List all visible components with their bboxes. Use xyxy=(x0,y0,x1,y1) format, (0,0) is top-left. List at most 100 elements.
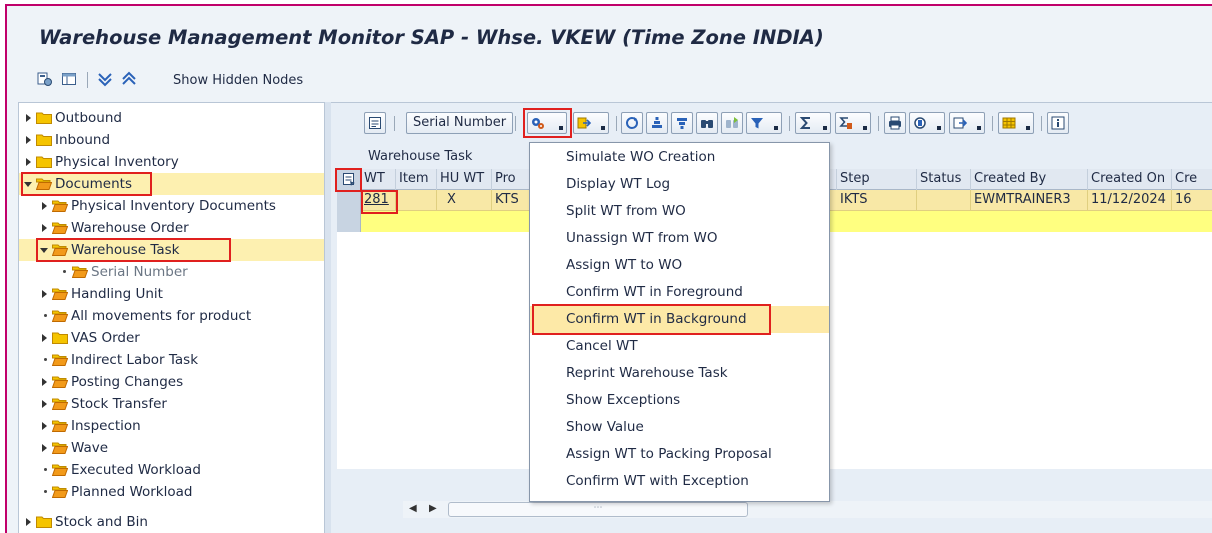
tree-label: Executed Workload xyxy=(71,462,201,478)
expand-icon[interactable] xyxy=(26,518,31,526)
open-folder-icon xyxy=(52,398,68,410)
expand-icon[interactable] xyxy=(26,114,31,122)
refresh-button[interactable] xyxy=(621,112,643,134)
tree-node-inspection[interactable]: Inspection xyxy=(19,415,324,437)
menu-item-confirm-wt-with-exception[interactable]: Confirm WT with Exception xyxy=(530,468,829,495)
application-toolbar: Show Hidden Nodes xyxy=(7,64,1212,96)
expand-icon[interactable] xyxy=(42,400,47,408)
filter-icon xyxy=(751,118,763,129)
menu-item-unassign-wt-from-wo[interactable]: Unassign WT from WO xyxy=(530,225,829,252)
scroll-right-icon[interactable]: ▶ xyxy=(429,503,437,514)
folder-icon xyxy=(52,332,68,344)
tree-node-physical-inventory[interactable]: Physical Inventory xyxy=(19,151,324,173)
layout-button[interactable] xyxy=(998,112,1034,134)
scroll-left-icon[interactable]: ◀ xyxy=(409,503,417,514)
process-button[interactable] xyxy=(573,112,609,134)
subtotal-button[interactable] xyxy=(835,112,871,134)
sort-ascending-button[interactable] xyxy=(646,112,668,134)
menu-item-assign-wt-to-wo[interactable]: Assign WT to WO xyxy=(530,252,829,279)
tree-node-physical-inventory-documents[interactable]: Physical Inventory Documents xyxy=(19,195,324,217)
tree-label: Indirect Labor Task xyxy=(71,352,199,368)
tree-node-wave[interactable]: Wave xyxy=(19,437,324,459)
column-header-item[interactable]: Item xyxy=(396,169,437,190)
tree-node-stock-transfer[interactable]: Stock Transfer xyxy=(19,393,324,415)
tree-node-all-movements[interactable]: All movements for product xyxy=(19,305,324,327)
menu-item-cancel-wt[interactable]: Cancel WT xyxy=(530,333,829,360)
tree-node-handling-unit[interactable]: Handling Unit xyxy=(19,283,324,305)
tree-settings-icon[interactable] xyxy=(37,71,53,87)
leaf-dot-icon xyxy=(44,314,47,317)
open-folder-icon xyxy=(52,420,68,432)
expand-icon[interactable] xyxy=(42,290,47,298)
expand-icon[interactable] xyxy=(42,422,47,430)
folder-icon xyxy=(36,156,52,168)
total-button[interactable] xyxy=(795,112,831,134)
column-header-step[interactable]: Step xyxy=(837,169,917,190)
find-next-button[interactable] xyxy=(721,112,743,134)
show-hidden-nodes-button[interactable]: Show Hidden Nodes xyxy=(173,73,303,88)
leaf-dot-icon xyxy=(63,270,66,273)
layout-icon[interactable] xyxy=(61,71,77,87)
column-header-hu-wt[interactable]: HU WT xyxy=(437,169,492,190)
info-button[interactable] xyxy=(1047,112,1069,134)
collapse-all-icon[interactable] xyxy=(121,71,137,87)
row-selector[interactable] xyxy=(337,211,361,232)
toolbar-separator xyxy=(992,116,993,131)
column-header-created-at[interactable]: Cre xyxy=(1172,169,1212,190)
menu-item-assign-wt-to-packing-proposal[interactable]: Assign WT to Packing Proposal xyxy=(530,441,829,468)
serial-number-button[interactable]: Serial Number xyxy=(406,112,514,134)
tree-node-stock-and-bin[interactable]: Stock and Bin xyxy=(19,511,324,533)
column-header-wt[interactable]: WT xyxy=(361,169,396,190)
expand-icon[interactable] xyxy=(42,334,47,342)
column-header-status[interactable]: Status xyxy=(917,169,971,190)
tree-node-warehouse-order[interactable]: Warehouse Order xyxy=(19,217,324,239)
expand-icon[interactable] xyxy=(42,202,47,210)
leaf-dot-icon xyxy=(44,358,47,361)
tree-label: Serial Number xyxy=(91,264,188,280)
tree-node-posting-changes[interactable]: Posting Changes xyxy=(19,371,324,393)
menu-item-confirm-wt-in-foreground[interactable]: Confirm WT in Foreground xyxy=(530,279,829,306)
expand-icon[interactable] xyxy=(42,444,47,452)
open-folder-icon xyxy=(52,288,68,300)
grid-title: Warehouse Task xyxy=(368,149,473,164)
tree-node-serial-number[interactable]: Serial Number xyxy=(19,261,324,283)
find-button[interactable] xyxy=(696,112,718,134)
sort-descending-button[interactable] xyxy=(671,112,693,134)
row-selector[interactable] xyxy=(337,190,361,211)
tree-node-inbound[interactable]: Inbound xyxy=(19,129,324,151)
horizontal-scrollbar[interactable]: ◀ ▶ ⋯ xyxy=(403,501,1212,518)
print-button[interactable] xyxy=(884,112,906,134)
open-folder-icon xyxy=(72,266,88,278)
menu-item-display-wt-log[interactable]: Display WT Log xyxy=(530,171,829,198)
menu-item-simulate-wo-creation[interactable]: Simulate WO Creation xyxy=(530,144,829,171)
scrollbar-thumb[interactable]: ⋯ xyxy=(448,502,748,517)
tree-node-vas-order[interactable]: VAS Order xyxy=(19,327,324,349)
column-header-created-on[interactable]: Created On xyxy=(1088,169,1172,190)
expand-icon[interactable] xyxy=(26,136,31,144)
export-button[interactable] xyxy=(949,112,985,134)
filter-button[interactable] xyxy=(746,112,782,134)
views-button[interactable] xyxy=(909,112,945,134)
menu-item-reprint-warehouse-task[interactable]: Reprint Warehouse Task xyxy=(530,360,829,387)
expand-icon[interactable] xyxy=(42,378,47,386)
tree-node-outbound[interactable]: Outbound xyxy=(19,107,324,129)
menu-item-show-exceptions[interactable]: Show Exceptions xyxy=(530,387,829,414)
toolbar-separator xyxy=(1041,116,1042,131)
open-folder-icon xyxy=(52,464,68,476)
cell-item xyxy=(396,190,437,211)
column-header-created-by[interactable]: Created By xyxy=(971,169,1088,190)
details-button[interactable] xyxy=(364,112,386,134)
column-header-product[interactable]: Pro xyxy=(492,169,532,190)
menu-item-show-value[interactable]: Show Value xyxy=(530,414,829,441)
cell-hu-wt: X xyxy=(437,190,492,211)
expand-icon[interactable] xyxy=(42,224,47,232)
alv-toolbar: Serial Number xyxy=(331,107,1212,139)
expand-all-icon[interactable] xyxy=(97,71,113,87)
tree-node-executed-workload[interactable]: Executed Workload xyxy=(19,459,324,481)
tree-label: Inspection xyxy=(71,418,141,434)
expand-icon[interactable] xyxy=(26,158,31,166)
sap-window: Warehouse Management Monitor SAP - Whse.… xyxy=(5,4,1212,533)
menu-item-split-wt-from-wo[interactable]: Split WT from WO xyxy=(530,198,829,225)
tree-node-planned-workload[interactable]: Planned Workload xyxy=(19,481,324,503)
tree-node-indirect-labor-task[interactable]: Indirect Labor Task xyxy=(19,349,324,371)
